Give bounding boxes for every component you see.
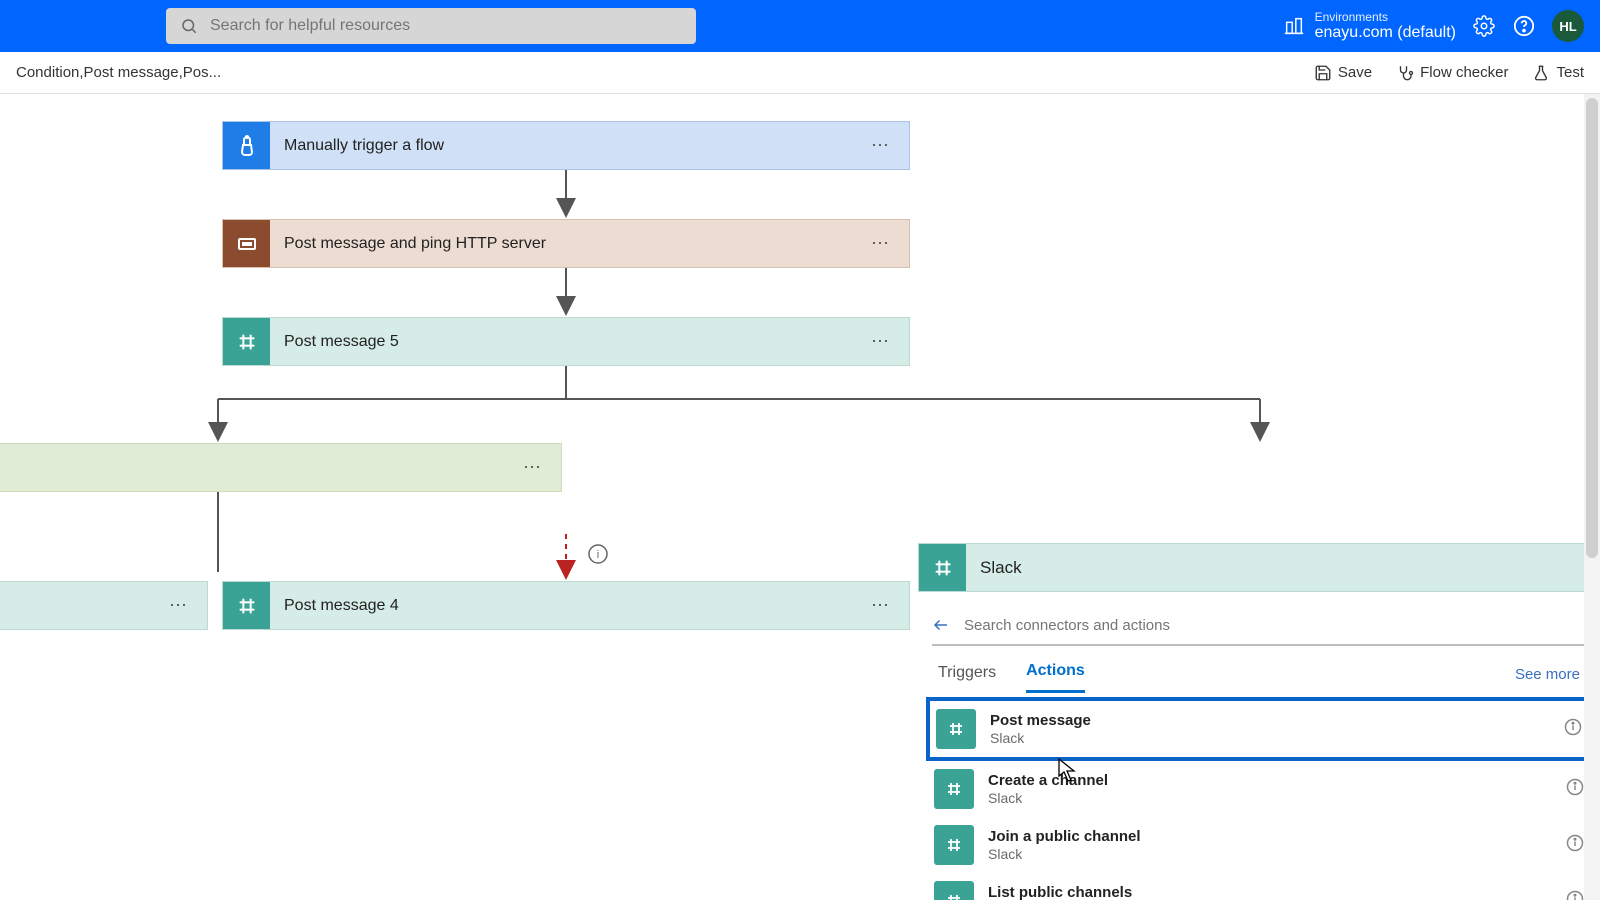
settings-button[interactable]: [1472, 14, 1496, 38]
flow-canvas[interactable]: i Manually trigger a flow ⋯ Post message…: [0, 94, 1600, 900]
stethoscope-icon: [1396, 64, 1414, 82]
top-app-bar: Environments enayu.com (default) HL: [0, 0, 1600, 52]
info-button[interactable]: [1566, 834, 1584, 857]
help-button[interactable]: [1512, 14, 1536, 38]
touch-icon: [223, 122, 270, 169]
breadcrumb: Condition,Post message,Pos...: [16, 64, 1314, 81]
action-sub: Slack: [990, 730, 1091, 746]
action-title: Create a channel: [988, 772, 1108, 789]
action-sub: Slack: [988, 790, 1108, 806]
see-more-link[interactable]: See more: [1515, 666, 1580, 683]
environment-label: Environments: [1315, 11, 1456, 24]
org-icon: [1283, 15, 1305, 37]
gear-icon: [1473, 15, 1495, 37]
slack-card-label: Post message 5: [270, 333, 853, 351]
action-row-list-channels[interactable]: List public channelsSlack: [928, 873, 1590, 900]
slack-card-pm4-label: Post message 4: [270, 597, 853, 615]
card-menu[interactable]: ⋯: [853, 135, 909, 156]
panel-header[interactable]: Slack: [918, 543, 1600, 592]
user-avatar[interactable]: HL: [1552, 10, 1584, 42]
flow-checker-button[interactable]: Flow checker: [1396, 64, 1508, 82]
slack-icon: [223, 318, 270, 365]
editor-toolbar: Condition,Post message,Pos... Save Flow …: [0, 52, 1600, 94]
slack-card-pm4[interactable]: Post message 4 ⋯: [222, 581, 910, 630]
card-menu[interactable]: ⋯: [853, 595, 909, 616]
save-icon: [1314, 64, 1332, 82]
action-title: List public channels: [988, 884, 1132, 900]
card-menu[interactable]: ⋯: [505, 457, 561, 478]
tab-actions[interactable]: Actions: [1026, 656, 1085, 693]
action-row-post-message[interactable]: Post messageSlack: [926, 697, 1592, 761]
svg-text:i: i: [597, 549, 599, 561]
card-menu[interactable]: ⋯: [853, 331, 909, 352]
info-button[interactable]: [1566, 890, 1584, 900]
slack-icon: [934, 825, 974, 865]
slack-card[interactable]: Post message 5 ⋯: [222, 317, 910, 366]
panel-tabs: Triggers Actions See more: [918, 646, 1600, 693]
vertical-scrollbar[interactable]: [1584, 94, 1600, 900]
info-icon: [1566, 890, 1584, 900]
info-icon: [1564, 718, 1582, 736]
slack-icon: [934, 769, 974, 809]
back-arrow-icon[interactable]: [932, 616, 950, 634]
info-button[interactable]: [1566, 778, 1584, 801]
trigger-card[interactable]: Manually trigger a flow ⋯: [222, 121, 910, 170]
help-icon: [1513, 15, 1535, 37]
action-title: Post message: [990, 712, 1091, 729]
action-row-join-channel[interactable]: Join a public channelSlack: [928, 817, 1590, 873]
environment-switcher[interactable]: Environments enayu.com (default): [1283, 11, 1456, 42]
info-icon: [1566, 834, 1584, 852]
card-menu[interactable]: ⋯: [853, 233, 909, 254]
scope-icon: [223, 220, 270, 267]
scope-label: Post message and ping HTTP server: [270, 235, 853, 253]
scope-card[interactable]: Post message and ping HTTP server ⋯: [222, 219, 910, 268]
scrollbar-thumb[interactable]: [1586, 98, 1598, 558]
flask-icon: [1532, 64, 1550, 82]
test-label: Test: [1556, 64, 1584, 81]
action-title: Join a public channel: [988, 828, 1141, 845]
actions-list: Post messageSlack Create a channelSlack …: [918, 693, 1600, 900]
trigger-label: Manually trigger a flow: [270, 137, 853, 155]
panel-search[interactable]: [932, 606, 1586, 646]
save-button[interactable]: Save: [1314, 64, 1372, 82]
search-icon: [180, 17, 198, 35]
global-search-input[interactable]: [208, 16, 682, 36]
flow-checker-label: Flow checker: [1420, 64, 1508, 81]
tab-triggers[interactable]: Triggers: [938, 658, 996, 692]
panel-search-input[interactable]: [962, 616, 1586, 635]
slack-icon: [936, 709, 976, 749]
info-button[interactable]: [1564, 718, 1582, 741]
card-menu[interactable]: ⋯: [151, 595, 207, 616]
action-sub: Slack: [988, 846, 1141, 862]
save-label: Save: [1338, 64, 1372, 81]
branch-card-empty[interactable]: ⋯: [0, 443, 562, 492]
panel-title: Slack: [966, 558, 1573, 578]
slack-card-offscreen[interactable]: ⋯: [0, 581, 208, 630]
slack-icon: [223, 582, 270, 629]
global-search[interactable]: [166, 8, 696, 44]
action-picker-panel: Slack Triggers Actions See more Post mes…: [918, 543, 1600, 900]
slack-icon: [934, 881, 974, 900]
slack-icon: [919, 544, 966, 591]
environment-value: enayu.com (default): [1315, 24, 1456, 42]
info-icon: [1566, 778, 1584, 796]
test-button[interactable]: Test: [1532, 64, 1584, 82]
action-row-create-channel[interactable]: Create a channelSlack: [928, 761, 1590, 817]
